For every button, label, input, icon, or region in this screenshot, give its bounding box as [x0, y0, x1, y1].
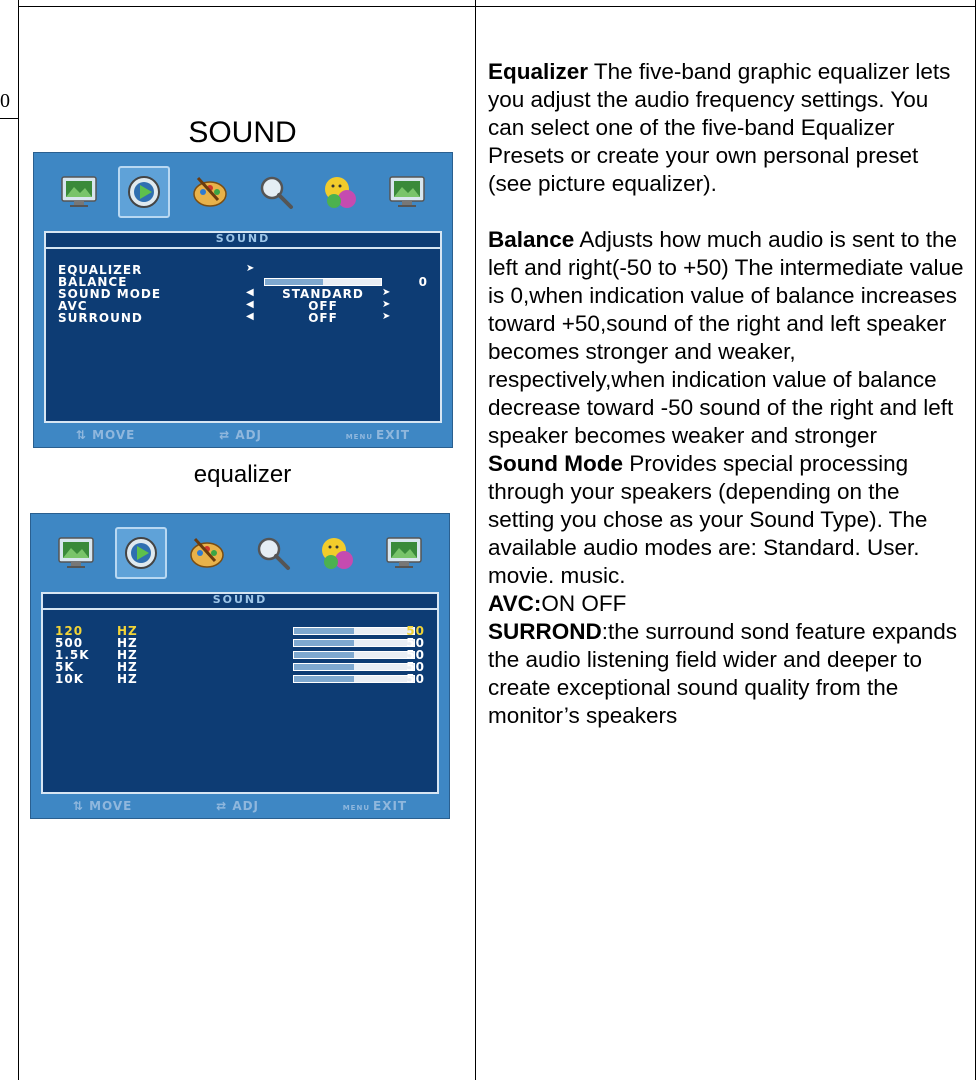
- footer-menu-tag: MENU: [345, 433, 374, 441]
- eq-band-slider: [293, 639, 415, 647]
- palette-icon: [181, 527, 233, 579]
- osd-footer-adj: ⇄ ADJ: [219, 428, 262, 442]
- eq-band-slider-fill: [294, 652, 354, 658]
- sound-icon: [115, 527, 168, 579]
- arrow-right-icon: ➤: [382, 299, 392, 310]
- magnifier-icon: [250, 166, 302, 218]
- footer-adj-label: ADJ: [232, 799, 260, 813]
- footer-menu-tag: MENU: [342, 804, 371, 812]
- osd-menu-panel: SOUND 120 HZ 50 500 HZ 50 1.5K HZ 50 5K …: [41, 592, 439, 794]
- sound-icon: [118, 166, 171, 218]
- move-arrows-icon: ⇅: [75, 428, 93, 442]
- eq-band-slider: [293, 627, 415, 635]
- balance-slider: [264, 278, 382, 286]
- sound-osd-screenshot: SOUND EQUALIZER ➤ BALANCE 0 SOUND MODE ◀…: [33, 152, 453, 448]
- eq-band-value: 50: [406, 672, 425, 686]
- footer-move-label: MOVE: [92, 428, 136, 442]
- footer-exit-label: EXIT: [373, 799, 408, 813]
- eq-band-slider-fill: [294, 664, 354, 670]
- faces-icon: [312, 527, 364, 579]
- osd-footer: ⇅ MOVE ⇄ ADJ MENU EXIT: [31, 794, 449, 818]
- osd-row-surround: SURROUND ◀ OFF ➤: [58, 311, 428, 325]
- osd-panel-title: SOUND: [215, 232, 271, 245]
- surround-paragraph: SURROND:the surround sond feature expand…: [488, 618, 966, 730]
- equalizer-osd-screenshot: SOUND 120 HZ 50 500 HZ 50 1.5K HZ 50 5K …: [30, 513, 450, 819]
- arrow-left-icon: ◀: [246, 287, 255, 298]
- palette-icon: [184, 166, 236, 218]
- table-column-divider: [475, 0, 476, 1080]
- arrow-left-icon: ◀: [246, 299, 255, 310]
- table-left-border: [18, 0, 19, 1080]
- avc-heading: AVC:: [488, 591, 542, 616]
- osd-icon-row: [34, 153, 452, 231]
- adjust-arrows-icon: ⇄: [216, 799, 233, 813]
- arrow-right-icon: ➤: [382, 287, 392, 298]
- monitor-icon: [378, 527, 430, 579]
- picture-icon: [53, 166, 105, 218]
- osd-row-value: OFF: [308, 311, 338, 325]
- osd-icon-row: [31, 514, 449, 592]
- balance-slider-fill: [265, 279, 323, 285]
- page-number: 0: [0, 90, 10, 112]
- surround-heading: SURROND: [488, 619, 602, 644]
- osd-panel-rule: [43, 608, 437, 610]
- eq-band-frequency: 10K: [55, 672, 84, 686]
- osd-footer-move: ⇅ MOVE: [73, 799, 133, 813]
- adjust-arrows-icon: ⇄: [219, 428, 236, 442]
- avc-paragraph: AVC:ON OFF: [488, 590, 966, 618]
- table-top-border: [18, 6, 976, 7]
- balance-paragraph: Balance Adjusts how much audio is sent t…: [488, 226, 966, 450]
- osd-row-label: SURROUND: [58, 311, 143, 325]
- sound-mode-heading: Sound Mode: [488, 451, 623, 476]
- faces-icon: [315, 166, 367, 218]
- equalizer-caption: equalizer: [193, 461, 292, 488]
- footer-exit-label: EXIT: [376, 428, 411, 442]
- eq-band-unit: HZ: [117, 672, 138, 686]
- eq-band-slider-fill: [294, 676, 354, 682]
- footer-move-label: MOVE: [89, 799, 133, 813]
- eq-band-slider: [293, 651, 415, 659]
- magnifier-icon: [247, 527, 299, 579]
- eq-band-slider: [293, 663, 415, 671]
- balance-heading: Balance: [488, 227, 575, 252]
- eq-band-slider-fill: [294, 640, 354, 646]
- description-column: Equalizer The five-band graphic equalize…: [488, 58, 966, 730]
- page-number-underline: [0, 118, 18, 119]
- footer-adj-label: ADJ: [235, 428, 263, 442]
- table-right-border: [975, 0, 976, 1080]
- monitor-icon: [381, 166, 433, 218]
- sound-caption: SOUND: [188, 116, 297, 149]
- osd-footer-exit: MENU EXIT: [346, 428, 410, 442]
- picture-icon: [50, 527, 102, 579]
- avc-text: ON OFF: [541, 591, 627, 616]
- osd-menu-panel: SOUND EQUALIZER ➤ BALANCE 0 SOUND MODE ◀…: [44, 231, 442, 423]
- arrow-right-icon: ➤: [382, 311, 392, 322]
- osd-panel-rule: [46, 247, 440, 249]
- osd-footer-move: ⇅ MOVE: [76, 428, 136, 442]
- balance-text: Adjusts how much audio is sent to the le…: [488, 227, 964, 448]
- osd-footer-exit: MENU EXIT: [343, 799, 407, 813]
- eq-band-row: 10K HZ 50: [55, 672, 425, 686]
- sound-mode-paragraph: Sound Mode Provides special processing t…: [488, 450, 966, 590]
- osd-panel-title: SOUND: [212, 593, 268, 606]
- eq-band-slider-fill: [294, 628, 354, 634]
- equalizer-paragraph: Equalizer The five-band graphic equalize…: [488, 58, 966, 198]
- arrow-left-icon: ◀: [246, 311, 255, 322]
- osd-footer-adj: ⇄ ADJ: [216, 799, 259, 813]
- equalizer-heading: Equalizer: [488, 59, 589, 84]
- move-arrows-icon: ⇅: [72, 799, 90, 813]
- arrow-right-icon: ➤: [246, 263, 256, 274]
- eq-band-slider: [293, 675, 415, 683]
- osd-footer: ⇅ MOVE ⇄ ADJ MENU EXIT: [34, 423, 452, 447]
